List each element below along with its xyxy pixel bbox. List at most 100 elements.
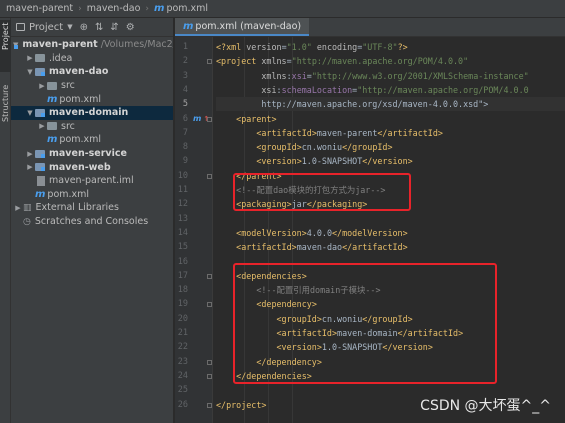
tree-item-label: src (61, 120, 75, 132)
tree-item-maven-dao[interactable]: ▼ maven-dao (11, 65, 173, 79)
code-line[interactable] (216, 212, 565, 226)
breadcrumb-separator: › (78, 3, 82, 14)
code-line[interactable] (216, 255, 565, 269)
tree-item-idea[interactable]: ▶ .idea (11, 52, 173, 66)
chevron-right-icon[interactable]: ▶ (25, 54, 35, 62)
tree-item-parent-iml[interactable]: maven-parent.iml (11, 174, 173, 188)
fold-marker-icon[interactable] (207, 173, 212, 179)
chevron-right-icon[interactable]: ▶ (25, 150, 35, 158)
chevron-right-icon[interactable]: ▶ (13, 204, 23, 212)
code-line[interactable]: <?xml version="1.0" encoding="UTF-8"?> (216, 40, 565, 54)
expand-icon[interactable]: ⇵ (110, 22, 118, 33)
line-number: 17 (177, 270, 188, 281)
code-line[interactable]: xsi:schemaLocation="http://maven.apache.… (216, 83, 565, 97)
line-number: 16 (177, 256, 188, 267)
breadcrumb-item-module[interactable]: maven-dao (87, 3, 141, 14)
line-number: 8 (182, 142, 188, 153)
code-line[interactable]: <!--配置dao模块的打包方式为jar--> (216, 183, 565, 197)
code-line[interactable]: <groupId>cn.woniu</groupId> (216, 140, 565, 154)
tree-item-label: maven-parent.iml (49, 175, 134, 187)
maven-file-icon: m (47, 134, 58, 146)
target-icon[interactable]: ⊕ (80, 22, 88, 33)
tree-item-domain-pom[interactable]: m pom.xml (11, 133, 173, 147)
project-view-selector[interactable]: Project (29, 22, 63, 33)
folder-icon (47, 81, 57, 90)
maven-parent-gutter-icon[interactable]: m ↑ (193, 114, 209, 123)
code-line[interactable]: <!--配置引用domain子模块--> (216, 283, 565, 297)
line-number: 22 (177, 342, 188, 353)
code-line[interactable]: <packaging>jar</packaging> (216, 197, 565, 211)
code-line[interactable]: http://maven.apache.org/xsd/maven-4.0.0.… (216, 97, 565, 112)
code-line[interactable]: <artifactId>maven-dao</artifactId> (216, 240, 565, 254)
library-icon: ▥ (23, 202, 32, 213)
line-number: 15 (177, 242, 188, 253)
code-line[interactable]: <groupId>cn.woniu</groupId> (216, 312, 565, 326)
line-number: 20 (177, 313, 188, 324)
tree-item-label: maven-domain (49, 107, 129, 119)
gear-icon[interactable]: ⚙ (126, 22, 135, 33)
chevron-right-icon[interactable]: ▶ (37, 122, 47, 130)
tree-item-label: .idea (49, 52, 73, 64)
line-number: 2 (182, 56, 188, 67)
tree-item-maven-domain[interactable]: ▼ maven-domain (11, 105, 173, 120)
code-line[interactable]: <modelVersion>4.0.0</modelVersion> (216, 226, 565, 240)
fold-marker-icon[interactable] (207, 359, 212, 365)
tree-item-maven-parent[interactable]: ▼ maven-parent /Volumes/Mac2/ (11, 38, 173, 52)
breadcrumb: maven-parent › maven-dao › m pom.xml (0, 0, 565, 18)
line-number-gutter: 1 2 3 4 5 6 7 8 9 10 11 12 13 14 15 16 17 18 19 20 21 22 23 24 2… (175, 37, 213, 423)
code-line[interactable]: <project xmlns="http://maven.apache.org/… (216, 54, 565, 68)
code-line[interactable]: </dependencies> (216, 369, 565, 383)
tool-tab-structure[interactable]: Structure (0, 82, 11, 138)
code-editor[interactable]: 1 2 3 4 5 6 7 8 9 10 11 12 13 14 15 16 17 18 19 20 21 22 23 24 2… (175, 37, 565, 423)
code-line[interactable]: <artifactId>maven-parent</artifactId> (216, 126, 565, 140)
fold-marker-icon[interactable] (207, 273, 212, 279)
tree-item-external-libraries[interactable]: ▶ ▥ External Libraries (11, 201, 173, 215)
code-line[interactable]: <dependencies> (216, 269, 565, 283)
tree-item-scratches[interactable]: ◷ Scratches and Consoles (11, 215, 173, 229)
tree-item-maven-service[interactable]: ▶ maven-service (11, 147, 173, 161)
fold-marker-icon[interactable] (207, 302, 212, 308)
tree-item-label: pom.xml (59, 134, 102, 146)
project-view-icon (16, 23, 25, 31)
breadcrumb-item-project[interactable]: maven-parent (6, 3, 73, 14)
fold-marker-icon[interactable] (207, 402, 212, 408)
file-icon (37, 175, 45, 186)
line-number: 19 (177, 299, 188, 310)
line-number: 11 (177, 185, 188, 195)
line-number: 13 (177, 213, 188, 224)
code-line[interactable]: <artifactId>maven-domain</artifactId> (216, 326, 565, 340)
tree-item-dao-src[interactable]: ▶ src (11, 79, 173, 93)
tree-item-domain-src[interactable]: ▶ src (11, 120, 173, 134)
fold-marker-icon[interactable] (207, 59, 212, 65)
chevron-right-icon[interactable]: ▶ (37, 82, 47, 90)
code-line[interactable]: </parent> (216, 169, 565, 183)
code-line[interactable]: <parent> (216, 112, 565, 126)
line-number: 9 (182, 156, 188, 167)
code-line[interactable]: xmlns:xsi="http://www.w3.org/2001/XMLSch… (216, 69, 565, 83)
chevron-down-icon[interactable]: ▼ (67, 23, 72, 31)
line-number: 24 (177, 370, 188, 381)
code-line[interactable]: </dependency> (216, 355, 565, 369)
breadcrumb-separator: › (145, 3, 150, 14)
code-area[interactable]: <?xml version="1.0" encoding="UTF-8"?> <p… (216, 37, 565, 423)
line-number: 3 (182, 70, 188, 81)
tree-item-label: maven-dao (49, 66, 109, 78)
collapse-icon[interactable]: ⇅ (95, 22, 103, 33)
fold-marker-icon[interactable] (207, 373, 212, 379)
code-line[interactable]: <version>1.0-SNAPSHOT</version> (216, 340, 565, 354)
tree-item-maven-web[interactable]: ▶ maven-web (11, 160, 173, 174)
chevron-down-icon[interactable]: ▼ (25, 68, 35, 76)
tool-tab-project[interactable]: Project (0, 20, 11, 72)
editor-tab-pom[interactable]: m pom.xml (maven-dao) (175, 18, 310, 36)
breadcrumb-item-file[interactable]: pom.xml (166, 3, 208, 14)
tree-item-parent-pom[interactable]: m pom.xml (11, 188, 173, 202)
line-number: 26 (177, 399, 188, 410)
tree-item-dao-pom[interactable]: m pom.xml (11, 92, 173, 106)
project-panel-toolbar: Project ▼ ⊕ ⇅ ⇵ ⚙ (11, 18, 173, 37)
code-line[interactable]: <dependency> (216, 297, 565, 311)
tree-item-label: maven-parent (22, 39, 98, 51)
line-number: 23 (177, 356, 188, 367)
chevron-right-icon[interactable]: ▶ (25, 163, 35, 171)
code-line[interactable]: <version>1.0-SNAPSHOT</version> (216, 154, 565, 168)
chevron-down-icon[interactable]: ▼ (25, 109, 35, 117)
